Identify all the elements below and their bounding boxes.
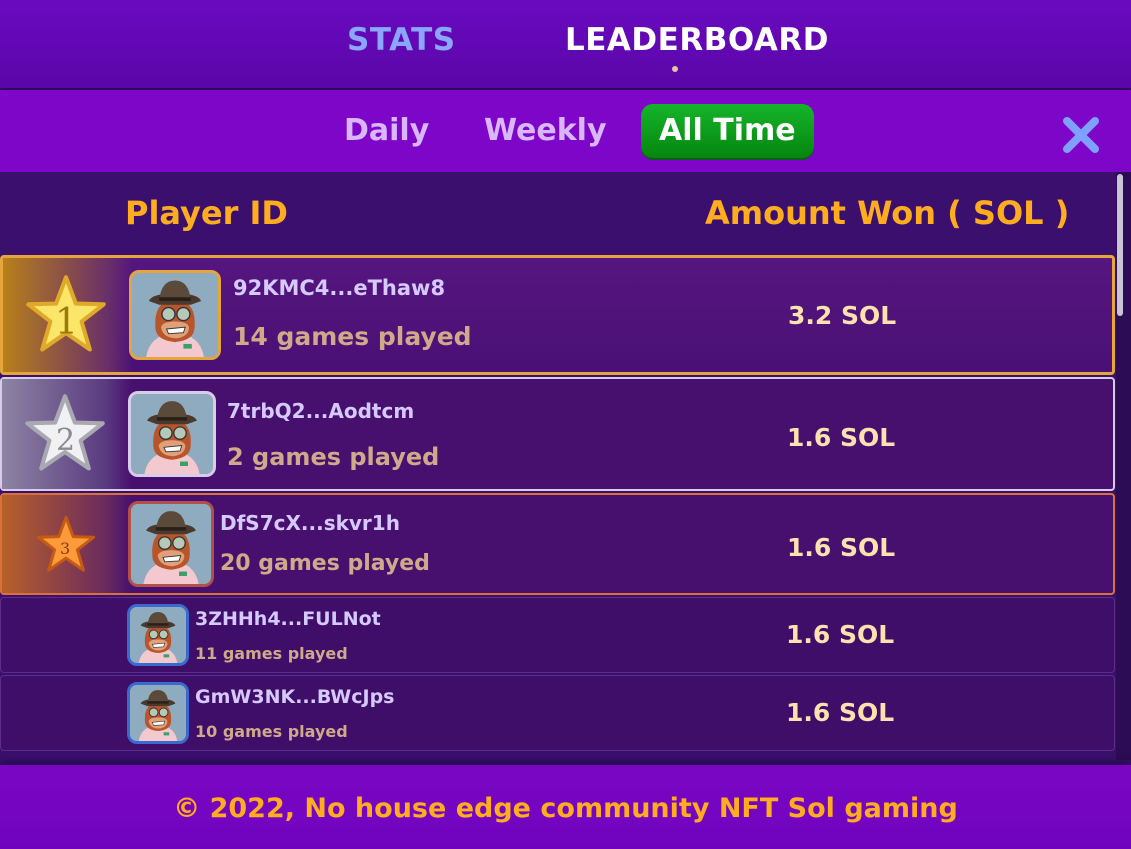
top-nav: STATS LEADERBOARD — [0, 0, 1131, 88]
avatar — [127, 682, 189, 744]
games-played: 14 games played — [233, 322, 472, 351]
player-id: DfS7cX...skvr1h — [220, 511, 400, 535]
amount-won: 1.6 SOL — [786, 620, 895, 649]
games-played: 2 games played — [227, 443, 440, 471]
rank-badge: 2 — [2, 379, 132, 489]
amount-won: 1.6 SOL — [787, 533, 896, 562]
rank-badge: 1 — [3, 258, 133, 372]
rank-number: 2 — [56, 423, 76, 458]
filter-all-time-button[interactable]: All Time — [641, 104, 814, 158]
player-id: 92KMC4...eThaw8 — [233, 276, 446, 300]
leaderboard-row: 1 92KMC4...eThaw8 14 games played 3.2 SO… — [0, 255, 1115, 375]
rank-badge: 3 — [2, 495, 132, 593]
footer: © 2022, No house edge community NFT Sol … — [0, 765, 1131, 849]
leaderboard-row: 3 DfS7cX...skvr1h 20 games played 1.6 SO… — [0, 493, 1115, 595]
filter-weekly-button[interactable]: Weekly — [484, 104, 607, 158]
amount-won: 1.6 SOL — [787, 423, 896, 452]
leaderboard-row: GmW3NK...BWcJps 10 games played 1.6 SOL — [0, 675, 1115, 751]
tab-leaderboard[interactable]: LEADERBOARD — [565, 22, 829, 58]
amount-won: 3.2 SOL — [788, 301, 897, 330]
leaderboard-row: 3ZHHh4...FULNot 11 games played 1.6 SOL — [0, 597, 1115, 673]
active-tab-indicator — [672, 66, 678, 72]
column-header-amount-won: Amount Won ( SOL ) — [705, 194, 1070, 232]
games-played: 10 games played — [195, 722, 348, 741]
scrollbar-thumb[interactable] — [1117, 174, 1123, 316]
player-id: GmW3NK...BWcJps — [195, 686, 395, 708]
rank-number: 1 — [55, 302, 78, 343]
games-played: 11 games played — [195, 644, 348, 663]
avatar — [128, 501, 214, 587]
tab-stats[interactable]: STATS — [347, 22, 456, 58]
footer-copyright: © 2022, No house edge community NFT Sol … — [173, 793, 958, 824]
close-icon[interactable] — [1061, 115, 1101, 155]
amount-won: 1.6 SOL — [786, 698, 895, 727]
avatar — [128, 391, 216, 477]
games-played: 20 games played — [220, 551, 430, 576]
leaderboard-row: 2 7trbQ2...Aodtcm 2 games played 1.6 SOL — [0, 377, 1115, 491]
player-id: 3ZHHh4...FULNot — [195, 608, 381, 630]
rank-number: 3 — [60, 539, 71, 558]
avatar — [127, 604, 189, 666]
filter-daily-button[interactable]: Daily — [344, 104, 429, 158]
time-filter-bar: Daily Weekly All Time — [0, 90, 1131, 172]
column-header-player-id: Player ID — [125, 194, 288, 232]
avatar — [129, 270, 221, 360]
player-id: 7trbQ2...Aodtcm — [227, 399, 415, 423]
